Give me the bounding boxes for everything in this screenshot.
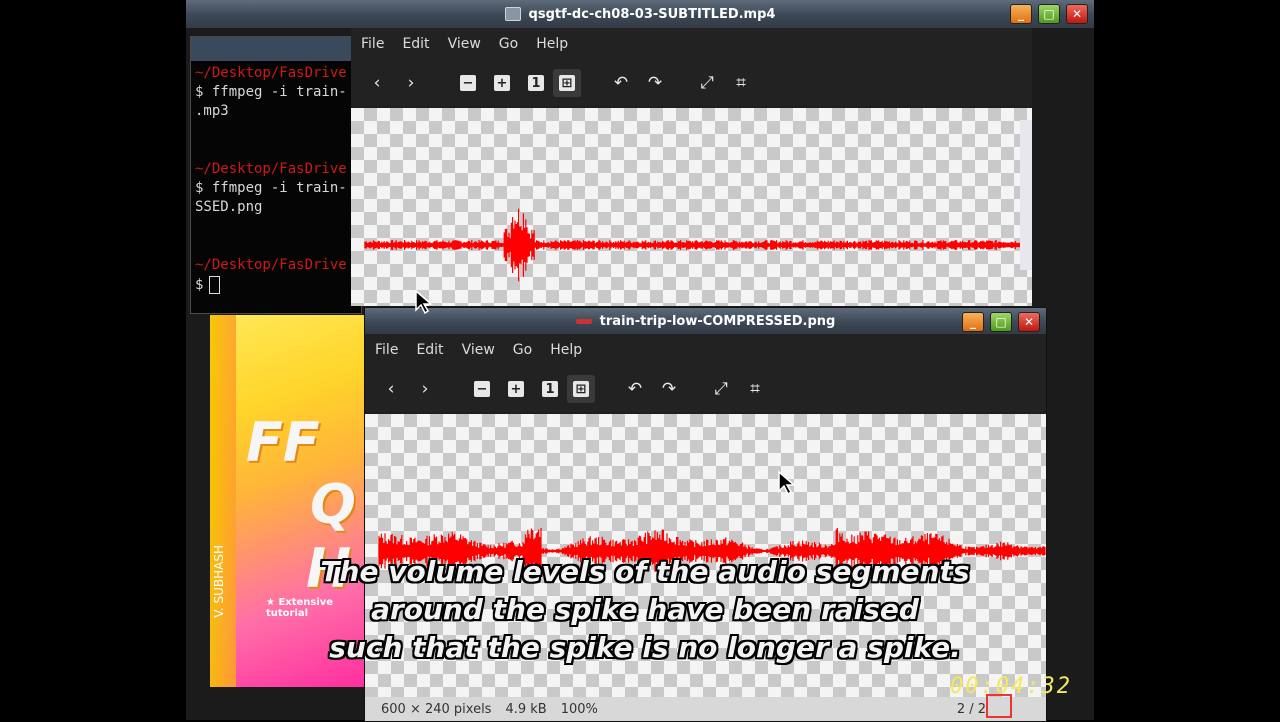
slideshow-icon[interactable]: ⌗ xyxy=(743,377,767,401)
terminal-line: ~/Desktop/FasDrive xyxy=(195,65,347,81)
terminal-line: $ ffmpeg -i train- xyxy=(195,180,347,196)
subtitle-line: around the spike have been raised xyxy=(371,593,919,626)
fit-window-icon: ⊞ xyxy=(573,381,589,397)
video-subtitle: The volume levels of the audio segments … xyxy=(300,553,990,667)
book-title-letters: Q xyxy=(310,473,356,536)
menu-help[interactable]: Help xyxy=(536,36,568,52)
menu-go[interactable]: Go xyxy=(513,342,532,358)
mouse-pointer-icon xyxy=(415,290,434,314)
prev-image-icon[interactable]: ‹ xyxy=(365,71,389,95)
book-title-letters: FF xyxy=(246,411,320,474)
viewer2-titlebar[interactable]: train-trip-low-COMPRESSED.png _ □ ✕ xyxy=(365,308,1046,334)
minimize-button[interactable]: _ xyxy=(962,312,984,332)
zoom-out-icon[interactable]: − xyxy=(460,75,476,91)
fullscreen-icon[interactable]: ⤢ xyxy=(709,377,733,401)
rotate-left-icon[interactable]: ↶ xyxy=(609,71,633,95)
image-viewer-1: File Edit View Go Help ‹ › − + 1 ⊞ ↶ ↷ ⤢… xyxy=(351,28,1032,306)
terminal-window[interactable]: ~/Desktop/FasDrive $ ffmpeg -i train- .m… xyxy=(190,36,362,314)
viewer2-statusbar: 600 × 240 pixels 4.9 kB 100% 2 / 2 xyxy=(365,697,1046,721)
menu-view[interactable]: View xyxy=(448,36,481,52)
terminal-line: $ ffmpeg -i train- xyxy=(195,84,347,100)
actual-size-icon[interactable]: 1 xyxy=(542,381,558,397)
book-spine xyxy=(210,315,236,687)
rotate-right-icon[interactable]: ↷ xyxy=(643,71,667,95)
book-author: V. SUBHASH xyxy=(212,545,226,618)
menu-edit[interactable]: Edit xyxy=(402,36,429,52)
menu-file[interactable]: File xyxy=(361,36,384,52)
slideshow-icon[interactable]: ⌗ xyxy=(729,71,753,95)
viewer1-menubar: File Edit View Go Help xyxy=(351,28,1032,60)
zoom-in-icon[interactable]: + xyxy=(494,75,510,91)
menu-go[interactable]: Go xyxy=(499,36,518,52)
viewer1-image-canvas[interactable] xyxy=(351,108,1032,306)
rotate-left-icon[interactable]: ↶ xyxy=(623,377,647,401)
viewer2-title: train-trip-low-COMPRESSED.png xyxy=(599,313,836,329)
next-image-icon[interactable]: › xyxy=(399,71,423,95)
menu-help[interactable]: Help xyxy=(550,342,582,358)
fit-window-icon: ⊞ xyxy=(559,75,575,91)
record-indicator xyxy=(986,694,1012,718)
zoom-in-icon[interactable]: + xyxy=(508,381,524,397)
image-filesize: 4.9 kB xyxy=(505,701,547,717)
text-cursor xyxy=(209,276,221,294)
viewer2-menubar: File Edit View Go Help xyxy=(365,334,1046,366)
video-titlebar[interactable]: qsgtf-dc-ch08-03-SUBTITLED.mp4 _ □ ✕ xyxy=(186,0,1094,28)
zoom-out-icon[interactable]: − xyxy=(474,381,490,397)
fit-window-button[interactable]: ⊞ xyxy=(567,375,595,403)
terminal-line: ~/Desktop/FasDrive xyxy=(195,257,347,273)
image-page-count: 2 / 2 xyxy=(956,701,986,717)
waveform-original xyxy=(364,208,1032,282)
minimize-button[interactable]: _ xyxy=(1010,4,1032,24)
prompt-symbol: $ xyxy=(195,277,204,293)
prev-image-icon[interactable]: ‹ xyxy=(379,377,403,401)
waveform-original-image xyxy=(364,208,1032,282)
viewer1-toolbar: ‹ › − + 1 ⊞ ↶ ↷ ⤢ ⌗ xyxy=(351,60,1032,106)
subtitle-line: such that the spike is no longer a spike… xyxy=(329,631,961,664)
menu-file[interactable]: File xyxy=(375,342,398,358)
image-zoom: 100% xyxy=(560,701,598,717)
terminal-prompt[interactable]: $ xyxy=(195,276,221,294)
subtitle-line: The volume levels of the audio segments xyxy=(320,555,970,588)
terminal-line: .mp3 xyxy=(195,103,229,119)
fullscreen-icon[interactable]: ⤢ xyxy=(695,71,719,95)
fit-window-button[interactable]: ⊞ xyxy=(553,69,581,97)
image-dimensions: 600 × 240 pixels xyxy=(381,701,492,717)
maximize-button[interactable]: □ xyxy=(990,312,1012,332)
next-image-icon[interactable]: › xyxy=(413,377,437,401)
menu-edit[interactable]: Edit xyxy=(416,342,443,358)
terminal-line: ~/Desktop/FasDrive xyxy=(195,161,347,177)
video-title: qsgtf-dc-ch08-03-SUBTITLED.mp4 xyxy=(528,6,776,22)
image-file-icon xyxy=(575,318,592,324)
close-button[interactable]: ✕ xyxy=(1066,4,1088,24)
maximize-button[interactable]: □ xyxy=(1038,4,1060,24)
rotate-right-icon[interactable]: ↷ xyxy=(657,377,681,401)
viewer2-toolbar: ‹ › − + 1 ⊞ ↶ ↷ ⤢ ⌗ xyxy=(365,366,1046,412)
terminal-line: SSED.png xyxy=(195,199,263,215)
mouse-pointer-icon xyxy=(778,471,797,495)
viewer1-scrollbar[interactable] xyxy=(1020,120,1032,270)
close-button[interactable]: ✕ xyxy=(1018,312,1040,332)
video-file-icon xyxy=(504,7,521,21)
actual-size-icon[interactable]: 1 xyxy=(528,75,544,91)
terminal-titlebar[interactable] xyxy=(191,37,361,61)
menu-view[interactable]: View xyxy=(462,342,495,358)
